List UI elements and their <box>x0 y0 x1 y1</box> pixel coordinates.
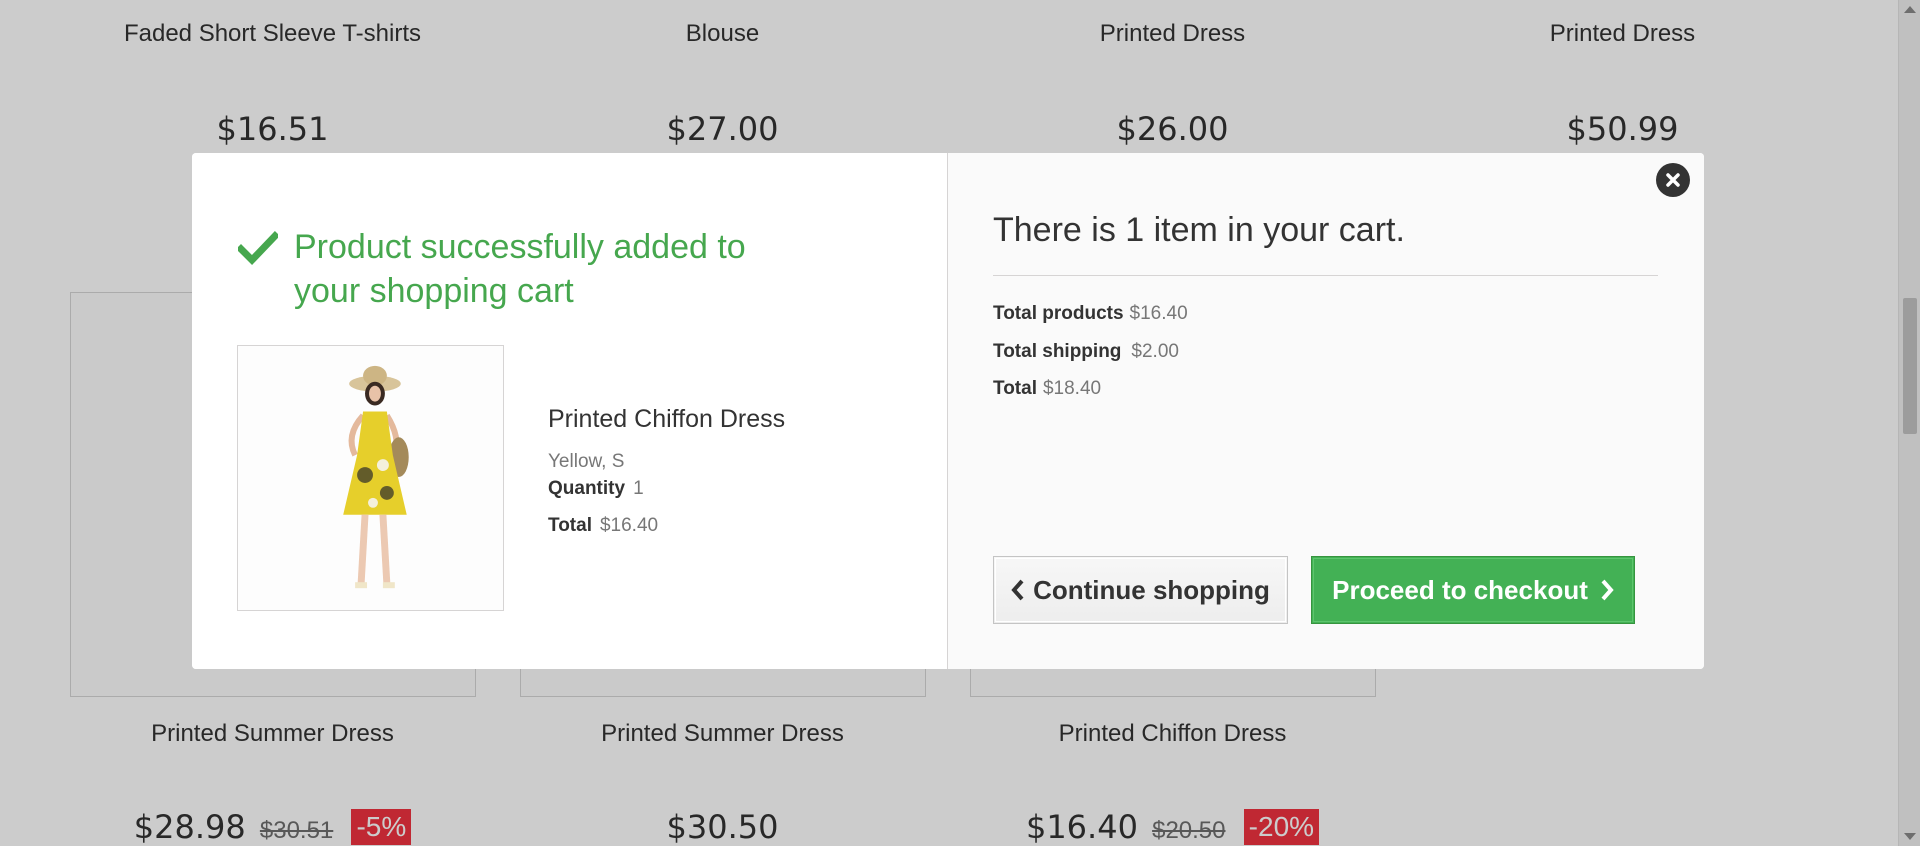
close-icon <box>1666 173 1680 187</box>
total-shipping-label: Total shipping <box>993 341 1122 362</box>
dress-image <box>238 346 503 610</box>
cart-total-products: Total products $16.40 <box>993 303 1188 325</box>
cart-total-label: Total <box>993 378 1037 399</box>
cart-summary-panel: There is 1 item in your cart. Total prod… <box>948 153 1704 669</box>
quantity-value: 1 <box>633 478 644 499</box>
total-shipping-value: $2.00 <box>1131 341 1179 362</box>
cart-total-value: $18.40 <box>1042 378 1102 399</box>
proceed-to-checkout-label: Proceed to checkout <box>1332 574 1588 605</box>
added-product-image <box>237 345 504 611</box>
divider <box>993 275 1658 276</box>
chevron-left-icon <box>1011 579 1024 601</box>
proceed-to-checkout-button[interactable]: Proceed to checkout <box>1311 556 1635 624</box>
total-products-label: Total products <box>993 303 1124 324</box>
continue-shopping-button[interactable]: Continue shopping <box>993 556 1288 624</box>
total-value: $16.40 <box>599 515 659 536</box>
added-product-panel: Product successfully added to your shopp… <box>192 153 948 669</box>
check-icon <box>238 231 278 265</box>
cart-total: Total $18.40 <box>993 378 1101 400</box>
total-label: Total <box>548 515 592 536</box>
continue-shopping-label: Continue shopping <box>1033 574 1270 605</box>
added-product-name: Printed Chiffon Dress <box>548 405 786 433</box>
add-to-cart-modal: Product successfully added to your shopp… <box>192 153 1704 669</box>
cart-total-shipping: Total shipping $2.00 <box>993 341 1179 363</box>
cart-count-title: There is 1 item in your cart. <box>993 211 1405 249</box>
close-modal-button[interactable] <box>1656 163 1690 197</box>
success-message: Product successfully added to your shopp… <box>294 228 746 310</box>
quantity-label: Quantity <box>548 478 626 499</box>
added-product-attributes: Yellow, S <box>548 451 625 472</box>
added-product-quantity: Quantity 1 <box>548 478 644 500</box>
total-products-value: $16.40 <box>1129 303 1188 324</box>
added-product-total: Total $16.40 <box>548 515 658 537</box>
chevron-right-icon <box>1601 579 1614 601</box>
